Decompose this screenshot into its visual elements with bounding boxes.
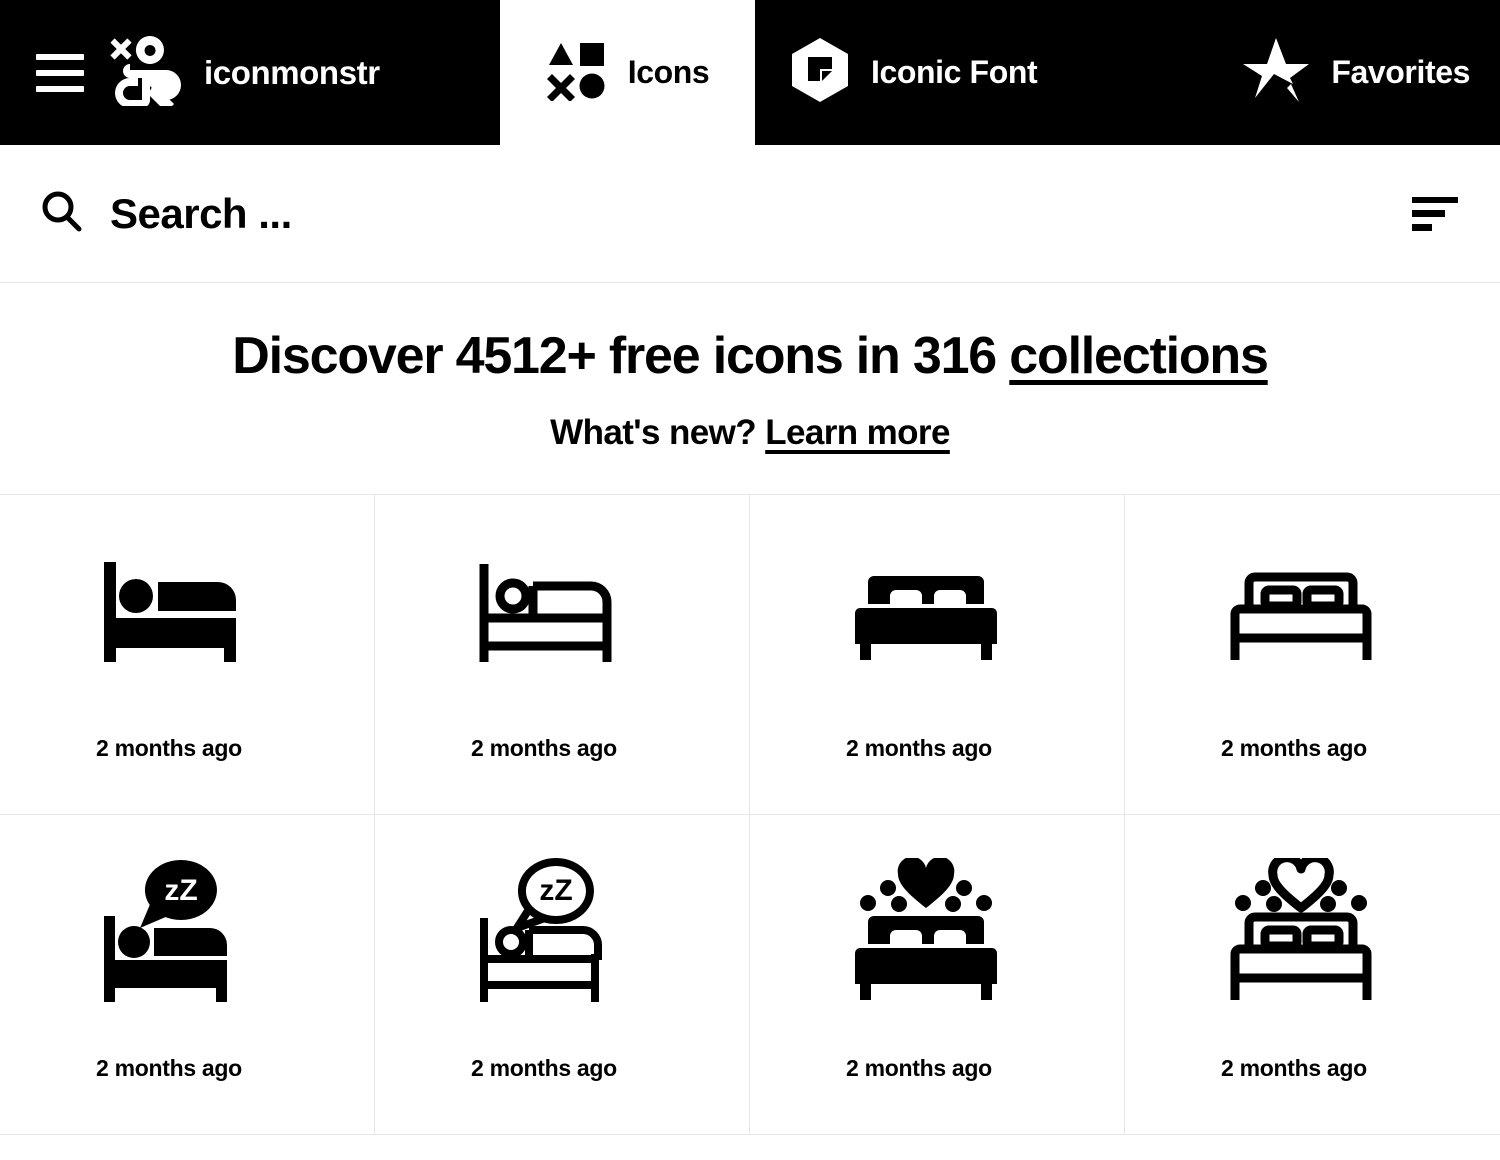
search-input-group — [40, 189, 1412, 238]
icon-card-date: 2 months ago — [471, 734, 617, 761]
icon-preview: zZ — [375, 815, 749, 1055]
sort-bar — [1412, 210, 1446, 217]
icon-preview — [1125, 815, 1500, 1055]
icon-card[interactable]: 2 months ago — [0, 494, 375, 815]
bed-single-side-filled-icon — [96, 558, 256, 671]
collections-link[interactable]: collections — [1009, 327, 1269, 385]
icon-card-date: 2 months ago — [96, 1054, 242, 1081]
icon-card-date: 2 months ago — [96, 734, 242, 761]
hamburger-menu-icon[interactable] — [36, 53, 84, 92]
svg-text:zZ: zZ — [539, 874, 572, 907]
bed-double-front-outline-icon — [1221, 558, 1381, 671]
icon-card-date: 2 months ago — [1221, 1054, 1367, 1081]
page-title-text: Discover 4512+ free icons in 316 — [232, 327, 1010, 385]
tab-iconic-font[interactable]: Iconic Font — [755, 0, 1071, 145]
tab-favorites[interactable]: Favorites — [1207, 0, 1500, 145]
hamburger-bar — [36, 85, 84, 92]
tab-iconic-font-label: Iconic Font — [871, 54, 1038, 90]
icon-grid: 2 months ago 2 months ago 2 months ago 2… — [0, 493, 1500, 1135]
nav-left-group: iconmonstr — [0, 0, 500, 145]
bed-single-side-outline-icon — [471, 558, 631, 671]
icon-preview — [750, 495, 1124, 735]
icon-preview — [0, 495, 374, 735]
bed-love-heart-outline-icon — [1221, 853, 1381, 1011]
sort-bar — [1412, 223, 1433, 231]
icon-card[interactable]: 2 months ago — [375, 494, 750, 815]
top-navigation-bar: iconmonstr Icons Iconic Font Favorites — [0, 0, 1500, 145]
icon-preview — [750, 815, 1124, 1055]
hero-subtitle: What's new? Learn more — [0, 413, 1500, 453]
iconmonstr-logo-icon — [110, 34, 188, 111]
svg-text:zZ: zZ — [164, 874, 197, 907]
search-input[interactable] — [110, 189, 1412, 238]
star-icon — [1241, 36, 1311, 109]
icon-card-date: 2 months ago — [846, 1054, 992, 1081]
bed-sleep-zz-outline-icon: zZ — [471, 858, 631, 1011]
sort-bar — [1412, 196, 1458, 204]
search-icon[interactable] — [40, 190, 82, 237]
shapes-grid-icon — [546, 39, 608, 106]
icon-card[interactable]: 2 months ago — [1125, 495, 1500, 815]
brand-home-link[interactable]: iconmonstr — [110, 34, 380, 111]
icon-card-date: 2 months ago — [1221, 734, 1367, 761]
icon-card-date: 2 months ago — [846, 734, 992, 761]
learn-more-link[interactable]: Learn more — [765, 413, 950, 452]
icon-card[interactable]: 2 months ago — [750, 814, 1125, 1135]
hamburger-bar — [36, 69, 84, 76]
brand-name: iconmonstr — [204, 53, 380, 91]
hexagon-f-icon — [789, 37, 851, 108]
icon-card[interactable]: 2 months ago — [1125, 815, 1500, 1135]
hero-section: Discover 4512+ free icons in 316 collect… — [0, 283, 1500, 453]
hamburger-bar — [36, 53, 84, 60]
page-title: Discover 4512+ free icons in 316 collect… — [0, 327, 1500, 387]
bed-double-front-filled-icon — [846, 558, 1006, 671]
sort-filter-icon[interactable] — [1412, 196, 1458, 231]
icon-preview: zZ — [0, 815, 374, 1055]
hero-subtitle-text: What's new? — [550, 412, 766, 452]
tab-icons-label: Icons — [627, 54, 710, 90]
tab-favorites-label: Favorites — [1331, 54, 1470, 90]
icon-preview — [1125, 495, 1500, 735]
icon-card[interactable]: 2 months ago — [750, 494, 1125, 815]
bed-sleep-zz-filled-icon: zZ — [96, 858, 256, 1011]
search-bar — [0, 145, 1500, 283]
tab-icons[interactable]: Icons — [500, 0, 755, 145]
icon-preview — [375, 495, 749, 735]
icon-card[interactable]: zZ 2 months ago — [375, 814, 750, 1135]
bed-love-heart-filled-icon — [846, 856, 1006, 1011]
icon-card-date: 2 months ago — [471, 1054, 617, 1081]
icon-card[interactable]: zZ 2 months ago — [0, 814, 375, 1135]
